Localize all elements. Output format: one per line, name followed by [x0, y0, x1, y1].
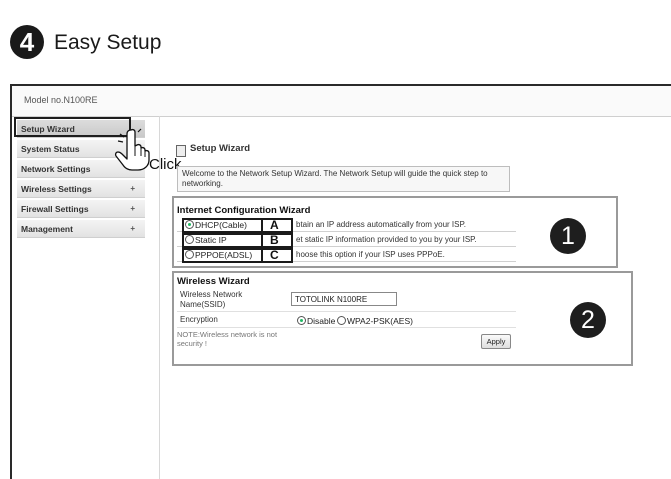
sidebar-item-label: System Status: [21, 144, 80, 154]
sidebar-item-label: Wireless Settings: [21, 184, 92, 194]
expand-plus-icon: +: [130, 224, 135, 233]
option-divider: [261, 233, 263, 248]
expand-plus-icon: +: [130, 204, 135, 213]
callout-number-1: 1: [550, 218, 586, 254]
security-note: NOTE:Wireless network is not security !: [177, 330, 278, 348]
page-title: Setup Wizard: [190, 143, 251, 154]
radio-icon[interactable]: [337, 316, 346, 325]
radio-encryption-disable[interactable]: Disable: [297, 316, 335, 326]
ssid-label: Wireless Network Name(SSID): [180, 290, 243, 309]
internet-wizard-title: Internet Configuration Wizard: [177, 205, 311, 216]
model-label: Model no.N100RE: [24, 95, 98, 105]
radio-static-ip[interactable]: Static IP: [185, 235, 227, 245]
radio-label: Disable: [307, 316, 336, 326]
model-header-bar: [12, 86, 671, 117]
encryption-label: Encryption: [180, 315, 218, 324]
radio-icon[interactable]: [297, 316, 306, 325]
wireless-wizard-title: Wireless Wizard: [177, 276, 250, 287]
sidebar-item-label: Network Settings: [21, 164, 91, 174]
option-description: et static IP information provided to you…: [296, 235, 477, 244]
callout-number-2: 2: [570, 302, 606, 338]
row-divider: [177, 327, 516, 328]
radio-label: PPPOE(ADSL): [195, 250, 253, 260]
option-divider: [261, 248, 263, 263]
radio-dhcp[interactable]: DHCP(Cable): [185, 220, 247, 230]
radio-icon[interactable]: [185, 220, 194, 229]
sidebar-item-management[interactable]: Management +: [17, 220, 145, 238]
hand-pointer-icon: [114, 128, 150, 171]
radio-icon[interactable]: [185, 250, 194, 259]
ssid-input[interactable]: [291, 292, 397, 306]
welcome-message: Welcome to the Network Setup Wizard. The…: [177, 166, 510, 192]
option-letter-b: B: [270, 233, 279, 247]
row-divider: [177, 311, 516, 312]
radio-label: DHCP(Cable): [195, 220, 247, 230]
radio-encryption-wpa2[interactable]: WPA2-PSK(AES): [337, 316, 413, 326]
option-divider: [261, 218, 263, 233]
option-letter-c: C: [270, 248, 279, 262]
radio-pppoe[interactable]: PPPOE(ADSL): [185, 250, 252, 260]
step-number-badge: 4: [10, 25, 44, 59]
step-title: Easy Setup: [54, 31, 162, 54]
option-description: btain an IP address automatically from y…: [296, 220, 467, 229]
radio-icon[interactable]: [185, 235, 194, 244]
sidebar-item-wireless-settings[interactable]: Wireless Settings +: [17, 180, 145, 198]
radio-label: WPA2-PSK(AES): [347, 316, 413, 326]
apply-button[interactable]: Apply: [481, 334, 511, 349]
document-icon: [176, 145, 186, 157]
sidebar-item-label: Management: [21, 224, 73, 234]
option-description: hoose this option if your ISP uses PPPoE…: [296, 250, 445, 259]
expand-plus-icon: +: [130, 184, 135, 193]
option-letter-a: A: [270, 218, 279, 232]
radio-label: Static IP: [195, 235, 227, 245]
sidebar-item-firewall-settings[interactable]: Firewall Settings +: [17, 200, 145, 218]
sidebar-item-label: Firewall Settings: [21, 204, 89, 214]
